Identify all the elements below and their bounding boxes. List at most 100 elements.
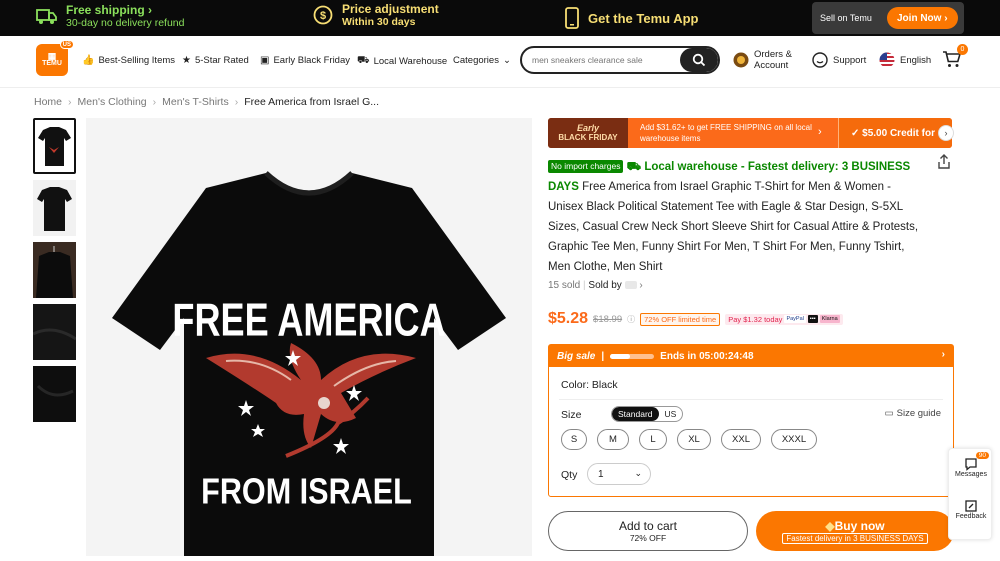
qty-label: Qty bbox=[561, 469, 578, 481]
thumbnail-4[interactable] bbox=[32, 304, 77, 360]
temu-logo[interactable]: ▦ TEMU US bbox=[36, 40, 74, 76]
join-now-button[interactable]: Join Now › bbox=[887, 7, 958, 29]
breadcrumb-mens-tshirts[interactable]: Men's T-Shirts bbox=[162, 96, 229, 108]
thumbs-up-icon: 👍 bbox=[82, 55, 95, 66]
size-option-xxl[interactable]: XXL bbox=[721, 429, 761, 450]
size-option-xxxl[interactable]: XXXL bbox=[771, 429, 817, 450]
product-main-image[interactable]: FREE AMERICA FROM ISRAEL bbox=[86, 118, 532, 556]
orders-line1: Orders & bbox=[754, 49, 793, 60]
breadcrumb-separator: › bbox=[68, 96, 72, 108]
size-option-xl[interactable]: XL bbox=[677, 429, 711, 450]
breadcrumb-current: Free America from Israel G... bbox=[244, 96, 380, 108]
tshirt-image: FREE AMERICA FROM ISRAEL bbox=[112, 171, 506, 556]
buy-now-button[interactable]: ◆Buy now Fastest delivery in 3 BUSINESS … bbox=[756, 511, 954, 551]
sold-by-label[interactable]: Sold by bbox=[588, 280, 621, 291]
logo-region-badge: US bbox=[59, 40, 74, 49]
big-sale-panel: Big sale | Ends in 05:00:24:48 › Color: … bbox=[548, 344, 954, 497]
size-guide-link[interactable]: ▭ Size guide bbox=[885, 408, 941, 419]
add-to-cart-button[interactable]: Add to cart 72% OFF bbox=[548, 511, 748, 551]
breadcrumb-separator: › bbox=[152, 96, 157, 108]
support-link[interactable]: Support bbox=[812, 52, 866, 68]
sell-on-temu[interactable]: Sell on Temu Join Now › bbox=[812, 2, 964, 34]
free-shipping-promo[interactable]: Free shipping › 30-day no delivery refun… bbox=[36, 3, 185, 29]
messages-badge: 90 bbox=[975, 452, 989, 459]
search-button[interactable] bbox=[680, 48, 718, 72]
size-option-l[interactable]: L bbox=[639, 429, 667, 450]
join-now-label: Join Now bbox=[897, 12, 942, 24]
language-selector[interactable]: English bbox=[879, 52, 931, 68]
sell-on-temu-label: Sell on Temu bbox=[820, 13, 872, 23]
price-adjustment-title: Price adjustment bbox=[342, 2, 439, 16]
pay-later-text: Pay $1.32 today bbox=[728, 314, 783, 324]
chevron-right-icon: › bbox=[639, 280, 643, 291]
size-system-standard[interactable]: Standard bbox=[612, 407, 659, 421]
orders-account[interactable]: Orders & Account bbox=[733, 49, 792, 71]
thumbnail-1[interactable] bbox=[33, 118, 76, 174]
support-icon bbox=[812, 52, 828, 68]
size-system-us[interactable]: US bbox=[659, 407, 683, 421]
nav-black-friday[interactable]: ▣ Early Black Friday bbox=[260, 55, 350, 66]
calendar-icon: ▣ bbox=[260, 55, 270, 66]
nav-local-warehouse[interactable]: ⛟ Local Warehouse bbox=[357, 55, 447, 68]
account-icon bbox=[733, 52, 749, 68]
big-sale-label: Big sale bbox=[557, 350, 596, 362]
share-button[interactable] bbox=[937, 154, 951, 173]
nav-label: Early Black Friday bbox=[273, 55, 351, 66]
thumbnail-2[interactable] bbox=[33, 180, 76, 236]
nav-label: Best-Selling Items bbox=[98, 55, 176, 66]
nav-label: 5-Star Rated bbox=[194, 55, 249, 66]
nav-categories[interactable]: Categories ⌄ bbox=[453, 55, 511, 66]
big-sale-header[interactable]: Big sale | Ends in 05:00:24:48 › bbox=[549, 345, 953, 367]
black-friday-banner[interactable]: Early BLACK FRIDAY Add $31.62+ to get FR… bbox=[548, 118, 952, 148]
nav-five-star[interactable]: ★ 5-Star Rated bbox=[182, 55, 249, 66]
size-options: S M L XL XXL XXXL bbox=[561, 429, 817, 450]
price-adjustment-promo[interactable]: $ Price adjustment Within 30 days bbox=[312, 2, 439, 28]
cart-count-badge: 0 bbox=[957, 44, 968, 55]
free-shipping-sub: 30-day no delivery refund bbox=[66, 17, 185, 29]
star-badge-icon: ★ bbox=[182, 55, 191, 66]
seller-badge[interactable] bbox=[624, 281, 637, 289]
dollar-clock-icon: $ bbox=[313, 5, 333, 25]
thumbnail-5[interactable] bbox=[33, 366, 76, 422]
qty-select[interactable]: 1 ⌄ bbox=[587, 463, 651, 485]
chevron-right-icon: › bbox=[148, 3, 153, 17]
chevron-down-icon: ⌄ bbox=[502, 55, 511, 66]
discount-tag: 72% OFF limited time bbox=[640, 312, 721, 326]
feedback-label: Feedback bbox=[955, 513, 987, 520]
messages-label: Messages bbox=[955, 471, 987, 478]
sold-count: 15 sold bbox=[548, 280, 581, 291]
pay-later-tag[interactable]: Pay $1.32 today PayPal ▪▪▪ Klarna bbox=[725, 313, 843, 325]
breadcrumb: Home › Men's Clothing › Men's T-Shirts ›… bbox=[34, 96, 379, 108]
size-option-s[interactable]: S bbox=[561, 429, 587, 450]
get-app-promo[interactable]: Get the Temu App bbox=[564, 7, 699, 29]
separator: | bbox=[583, 280, 586, 291]
truck-icon: ⛟ bbox=[357, 55, 370, 66]
get-app-label: Get the Temu App bbox=[588, 10, 699, 26]
breadcrumb-mens-clothing[interactable]: Men's Clothing bbox=[78, 96, 147, 108]
sale-progress-fill bbox=[610, 353, 630, 359]
black-friday-tag: Early BLACK FRIDAY bbox=[548, 118, 628, 148]
thumbnail-3[interactable] bbox=[33, 242, 76, 298]
feedback-button[interactable]: Feedback bbox=[949, 499, 993, 520]
phone-icon bbox=[565, 7, 579, 29]
orders-line2: Account bbox=[754, 60, 789, 71]
ruler-icon: ▭ bbox=[884, 408, 894, 419]
promo-bar: Free shipping › 30-day no delivery refun… bbox=[0, 0, 1000, 36]
sold-info: 15 sold | Sold by › bbox=[548, 280, 643, 291]
klarna-logo: Klarna bbox=[819, 315, 840, 323]
breadcrumb-home[interactable]: Home bbox=[34, 96, 62, 108]
info-icon[interactable]: ⓘ bbox=[627, 314, 635, 325]
size-system-toggle[interactable]: Standard US bbox=[611, 406, 684, 422]
truck-icon: ⛟ bbox=[626, 161, 642, 173]
sale-progress-bar bbox=[610, 353, 655, 359]
tag-icon: ◆ bbox=[825, 518, 835, 533]
size-option-m[interactable]: M bbox=[597, 429, 629, 450]
messages-button[interactable]: 90 Messages bbox=[949, 452, 993, 478]
cart-button[interactable]: 0 bbox=[942, 44, 968, 74]
shirt-text-line2: FROM ISRAEL bbox=[201, 472, 412, 512]
credit-offer: ✓ $5.00 Credit for bbox=[838, 118, 952, 148]
banner-next-button[interactable]: › bbox=[938, 125, 954, 141]
search-input[interactable] bbox=[532, 55, 672, 65]
nav-best-selling[interactable]: 👍 Best-Selling Items bbox=[82, 55, 175, 66]
chat-icon bbox=[965, 458, 977, 471]
